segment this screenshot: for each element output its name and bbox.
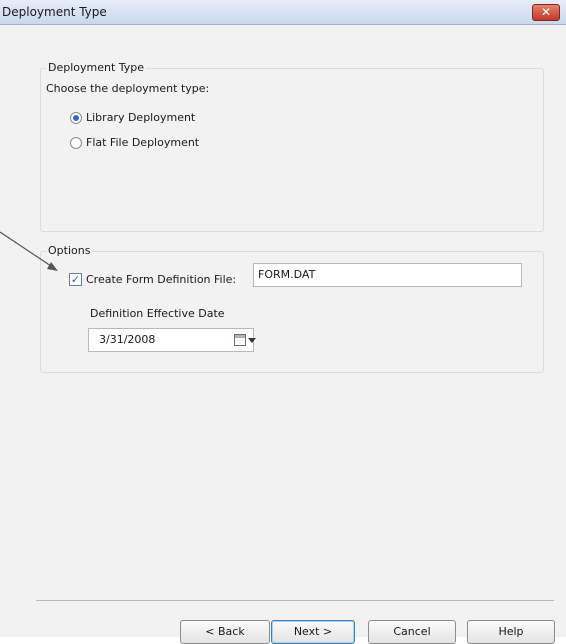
next-button[interactable]: Next >: [271, 620, 355, 644]
cancel-button[interactable]: Cancel: [368, 620, 456, 644]
back-button[interactable]: < Back: [180, 620, 270, 644]
help-button[interactable]: Help: [467, 620, 555, 644]
pointer-arrow: [0, 231, 58, 271]
button-separator: [36, 600, 554, 601]
deployment-type-dialog: Deployment Type ✕ Deployment Type Choose…: [0, 0, 566, 644]
